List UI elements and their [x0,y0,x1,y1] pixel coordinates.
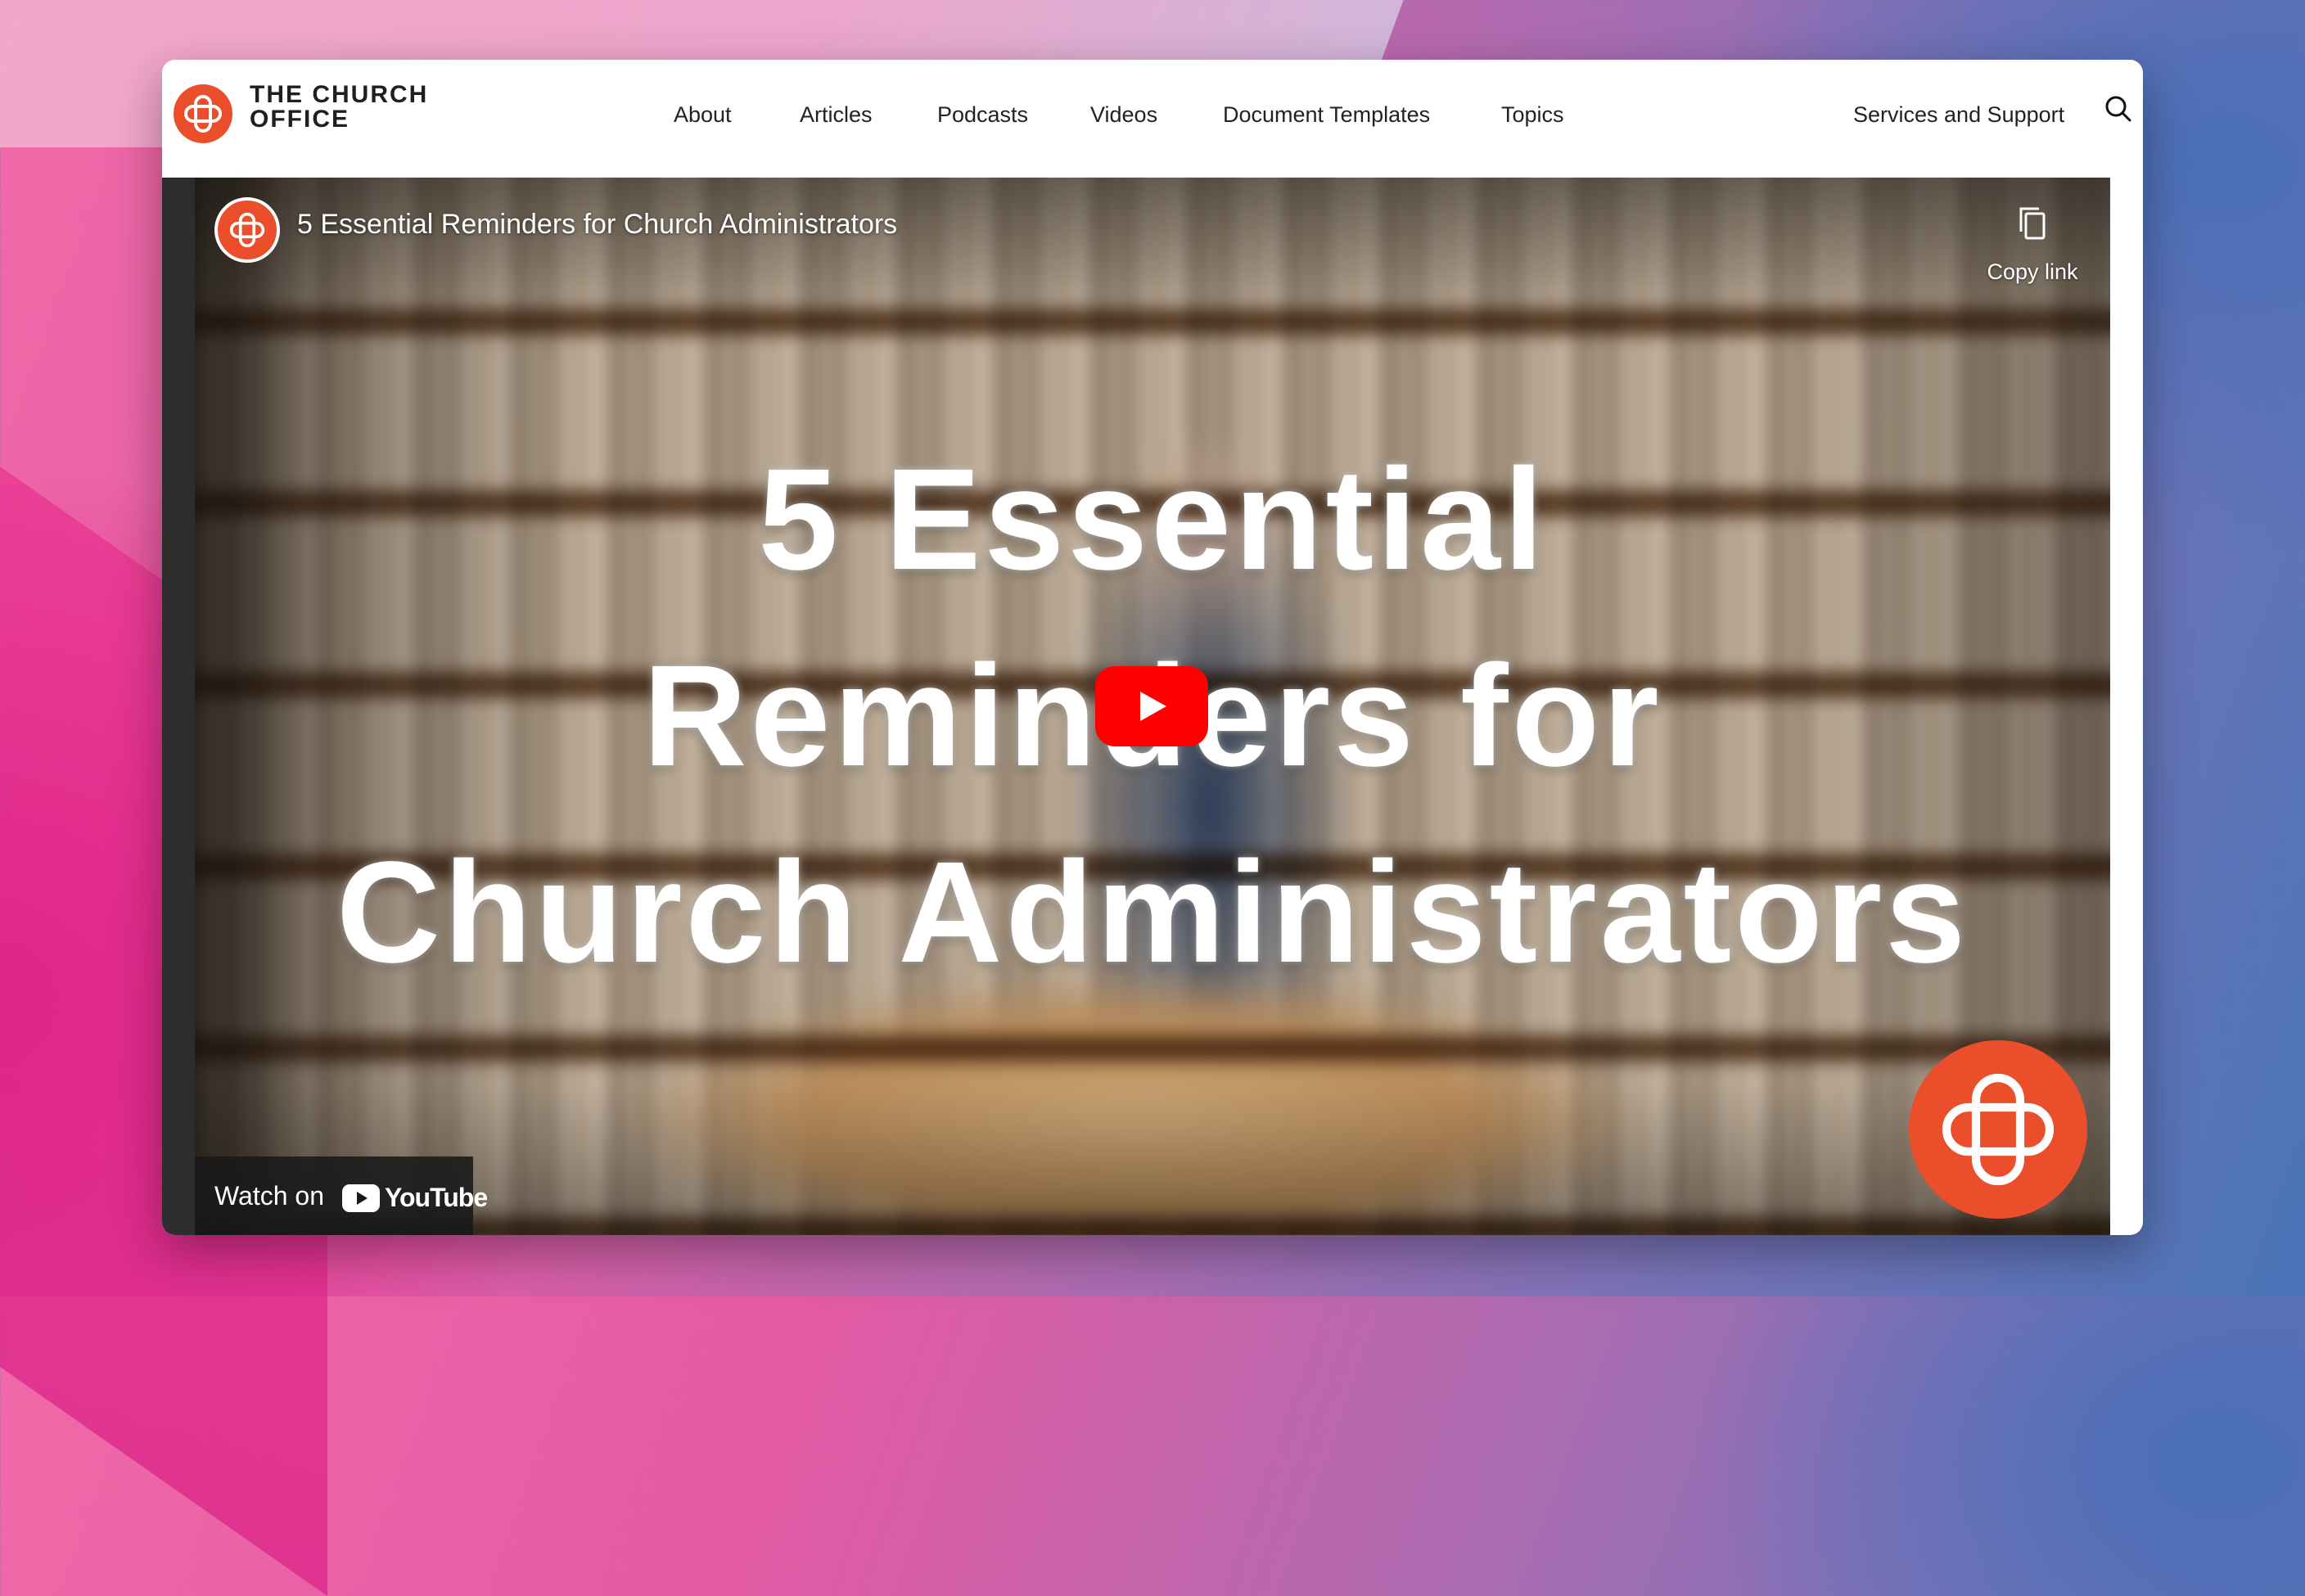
play-button[interactable] [1095,666,1208,746]
video-frame-left [162,178,195,1235]
copy-link-button[interactable]: Copy link [1983,194,2082,284]
brand-line-2: OFFICE [250,106,350,133]
site-logo-text[interactable]: THE CHURCH OFFICE [250,83,428,132]
search-icon[interactable] [2102,92,2135,125]
nav-articles[interactable]: Articles [800,97,873,133]
youtube-play-icon [342,1183,380,1212]
church-office-logo-icon[interactable] [174,84,232,143]
watch-on-label: Watch on [214,1181,324,1211]
site-header: THE CHURCH OFFICE About Articles Podcast… [162,60,2143,178]
brand-line-1: THE CHURCH [250,81,429,108]
nav-document-templates[interactable]: Document Templates [1223,97,1430,133]
nav-topics[interactable]: Topics [1501,97,1564,133]
youtube-wordmark: YouTube [385,1183,488,1212]
nav-podcasts[interactable]: Podcasts [937,97,1028,133]
nav-about[interactable]: About [674,97,732,133]
copy-icon [2019,207,2046,240]
nav-videos[interactable]: Videos [1090,97,1157,133]
youtube-logo: YouTube [342,1183,488,1213]
channel-avatar[interactable] [214,197,280,263]
browser-window: THE CHURCH OFFICE About Articles Podcast… [162,60,2143,1235]
youtube-embed-player[interactable]: 5 Essential Reminders for Church Adminis… [195,178,2110,1235]
church-office-badge-icon [1909,1040,2087,1219]
watch-on-youtube-button[interactable]: Watch on YouTube [195,1156,488,1235]
play-icon [1140,692,1166,721]
video-title-link[interactable]: 5 Essential Reminders for Church Adminis… [297,209,897,241]
copy-link-label: Copy link [1987,259,2078,284]
nav-services-and-support[interactable]: Services and Support [1853,97,2064,133]
thumbnail-title-line-3: Church Administrators [336,832,1969,993]
thumbnail-title-line-1: 5 Essential [758,440,1547,600]
